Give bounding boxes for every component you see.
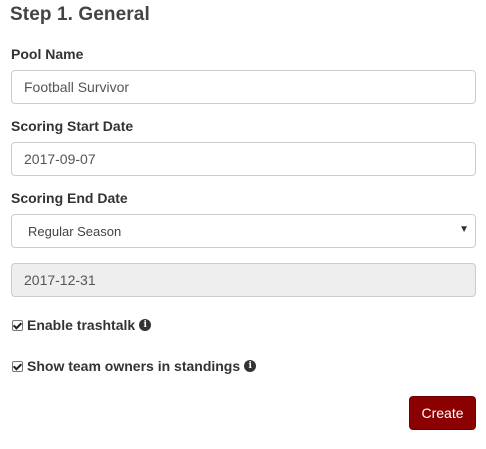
show-team-owners-row: Show team owners in standings i	[12, 358, 257, 374]
pool-name-label: Pool Name	[11, 46, 84, 62]
enable-trashtalk-row: Enable trashtalk i	[12, 317, 152, 333]
info-icon[interactable]: i	[244, 360, 257, 372]
create-button[interactable]: Create	[409, 396, 476, 430]
scoring-end-date-select[interactable]: Regular Season ▼	[11, 214, 476, 248]
enable-trashtalk-label[interactable]: Enable trashtalk	[27, 317, 135, 333]
scoring-start-date-input[interactable]	[11, 142, 476, 176]
step-title: Step 1. General	[10, 4, 150, 25]
scoring-end-date-select-value: Regular Season	[28, 224, 122, 239]
show-team-owners-checkbox[interactable]	[12, 360, 23, 372]
pool-name-input[interactable]	[11, 70, 476, 104]
enable-trashtalk-checkbox[interactable]	[12, 319, 23, 331]
scoring-end-date-label: Scoring End Date	[11, 190, 128, 206]
scoring-start-date-label: Scoring Start Date	[11, 118, 134, 134]
info-icon[interactable]: i	[139, 319, 152, 331]
show-team-owners-label[interactable]: Show team owners in standings	[27, 358, 240, 374]
scoring-end-date-input	[11, 263, 476, 297]
chevron-down-icon: ▼	[459, 224, 469, 235]
